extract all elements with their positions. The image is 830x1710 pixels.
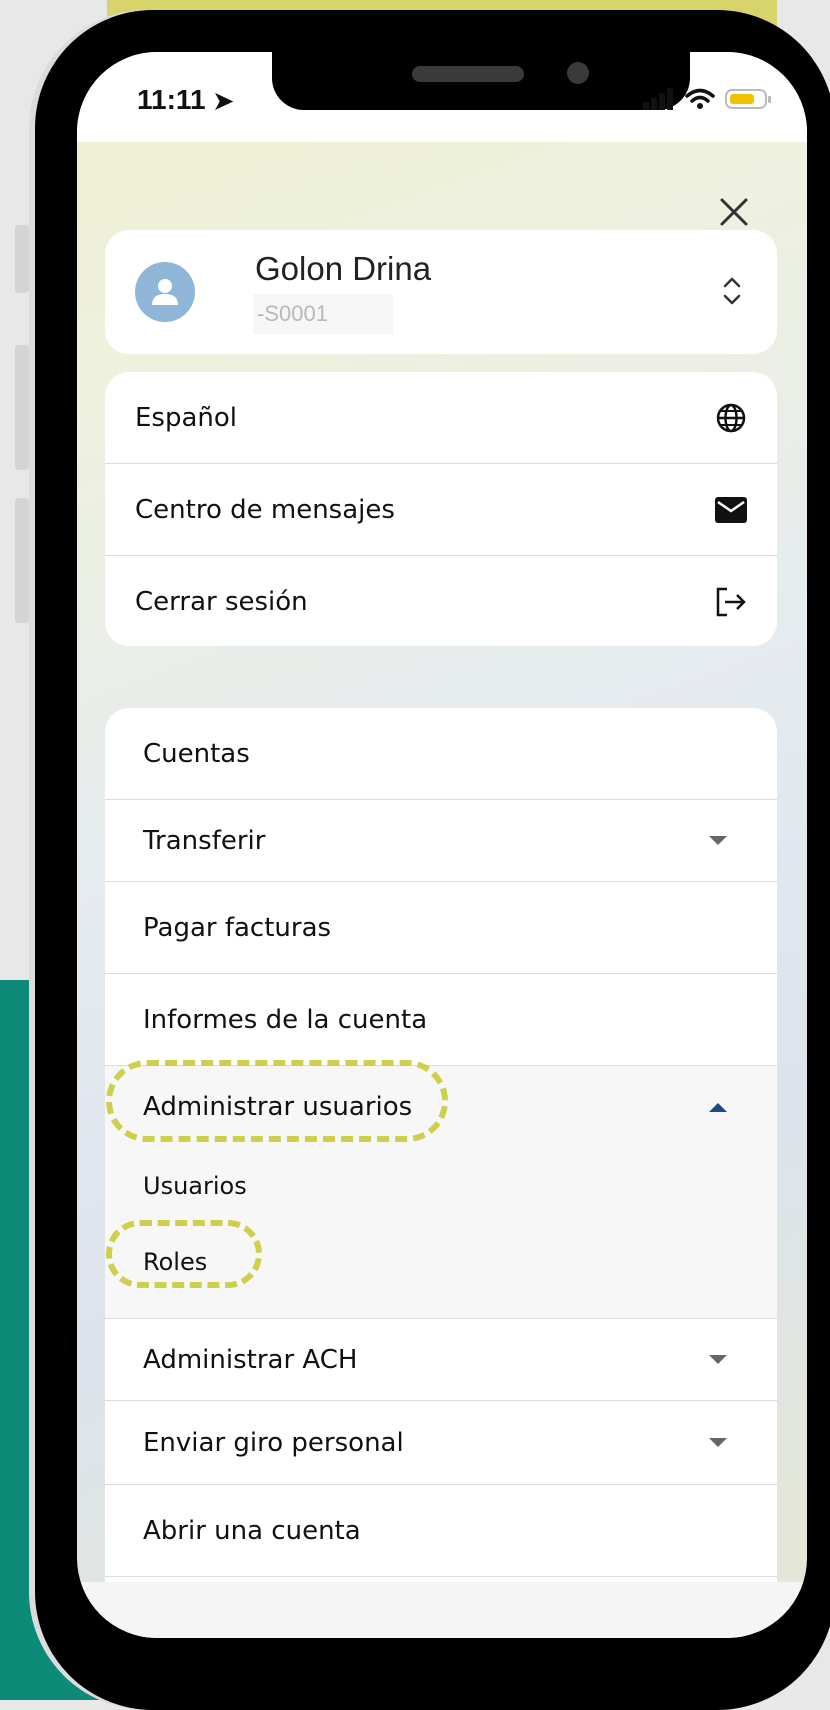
chevron-updown-icon[interactable] [721,274,743,308]
menu-label: Administrar ACH [143,1344,358,1375]
battery-icon [725,89,771,109]
phone-notch [272,52,690,110]
menu-item-send-wire[interactable]: Enviar giro personal [105,1401,777,1485]
globe-icon [716,403,746,432]
mail-icon [715,496,747,523]
close-menu-button[interactable] [714,192,754,232]
main-menu-card: Cuentas Transferir Pagar facturas Inform… [105,708,777,1608]
menu-label: Abrir una cuenta [143,1515,361,1546]
submenu-item-users[interactable]: Usuarios [105,1148,777,1224]
close-icon [720,198,748,226]
menu-label: Informes de la cuenta [143,1004,428,1035]
menu-item-transfer[interactable]: Transferir [105,800,777,882]
menu-item-open-account[interactable]: Abrir una cuenta [105,1485,777,1577]
menu-item-pay-bills[interactable]: Pagar facturas [105,882,777,974]
menu-item-accounts[interactable]: Cuentas [105,708,777,800]
logout-label: Cerrar sesión [135,587,308,617]
status-icons [643,88,771,110]
language-label: Español [135,402,238,433]
phone-frame: 11:11 ➤ Golon Drina -S0001 Español Centr… [35,10,830,1710]
profile-name: Golon Drina [255,250,432,287]
caret-up-icon [709,1102,727,1112]
menu-item-manage-ach[interactable]: Administrar ACH [105,1319,777,1401]
front-camera [567,62,589,84]
phone-side-button [15,345,29,470]
avatar [135,262,195,322]
phone-side-button [15,498,29,623]
caret-down-icon [709,1438,727,1447]
menu-item-account-reports[interactable]: Informes de la cuenta [105,974,777,1066]
profile-card[interactable]: Golon Drina -S0001 [105,230,777,354]
wifi-icon [685,88,715,109]
speaker-grille [412,66,524,82]
quick-actions-card: Español Centro de mensajes Cerrar sesión [105,372,777,646]
highlight-roles [106,1220,262,1288]
location-arrow-icon: ➤ [213,88,234,115]
menu-label: Pagar facturas [143,912,332,943]
status-bar: 11:11 ➤ [77,52,807,142]
message-center-label: Centro de mensajes [135,494,395,525]
user-icon [152,279,178,305]
bottom-bar [77,1582,807,1638]
status-time: 11:11 ➤ [137,84,234,115]
message-center-item[interactable]: Centro de mensajes [105,464,777,556]
logout-icon [716,587,746,617]
logout-item[interactable]: Cerrar sesión [105,556,777,646]
phone-screen: 11:11 ➤ Golon Drina -S0001 Español Centr… [77,52,807,1638]
caret-down-icon [709,836,727,845]
phone-side-button [15,225,29,293]
signal-icon [643,88,673,110]
language-item[interactable]: Español [105,372,777,464]
highlight-manage-users [106,1060,448,1142]
menu-label: Cuentas [143,738,250,769]
caret-down-icon [709,1355,727,1364]
profile-id: -S0001 [253,294,393,334]
menu-label: Transferir [143,825,266,856]
menu-label: Enviar giro personal [143,1427,404,1458]
